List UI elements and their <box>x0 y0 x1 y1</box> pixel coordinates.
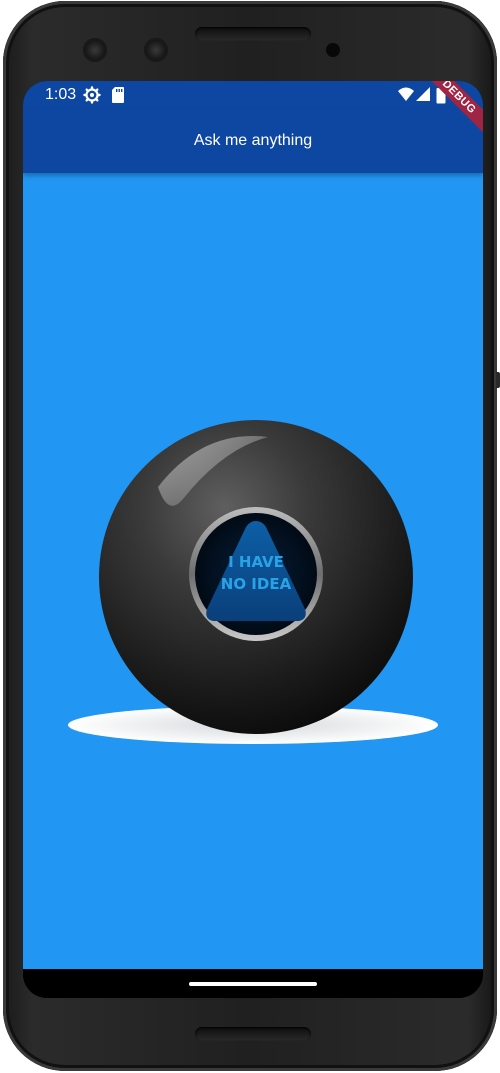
settings-gear-icon <box>83 86 101 104</box>
front-camera-icon <box>144 38 168 62</box>
home-gesture-pill[interactable] <box>189 982 317 986</box>
earpiece-speaker <box>195 27 311 41</box>
bottom-speaker <box>195 1027 311 1041</box>
navigation-bar <box>23 969 483 998</box>
answer-text-line2: NO IDEA <box>221 575 292 593</box>
proximity-sensor <box>326 43 340 57</box>
screen: 1:03 DEBUG Ask me anything I HAVE NO IDE… <box>23 81 483 998</box>
magic-8-ball-image: I HAVE NO IDEA <box>68 420 438 744</box>
phone-frame: 1:03 DEBUG Ask me anything I HAVE NO IDE… <box>3 1 497 1071</box>
status-time: 1:03 <box>45 86 77 103</box>
power-button <box>496 372 500 388</box>
status-bar: 1:03 <box>23 81 483 109</box>
answer-text-line1: I HAVE <box>228 553 284 571</box>
wifi-icon <box>398 87 414 101</box>
app-bar: Ask me anything <box>23 109 483 173</box>
front-camera-icon <box>83 38 107 62</box>
main-content: I HAVE NO IDEA <box>23 173 483 969</box>
magic-8-ball-button[interactable]: I HAVE NO IDEA <box>63 409 443 749</box>
app-title: Ask me anything <box>193 132 313 149</box>
sd-card-icon <box>112 87 124 103</box>
cell-signal-icon <box>416 87 430 101</box>
